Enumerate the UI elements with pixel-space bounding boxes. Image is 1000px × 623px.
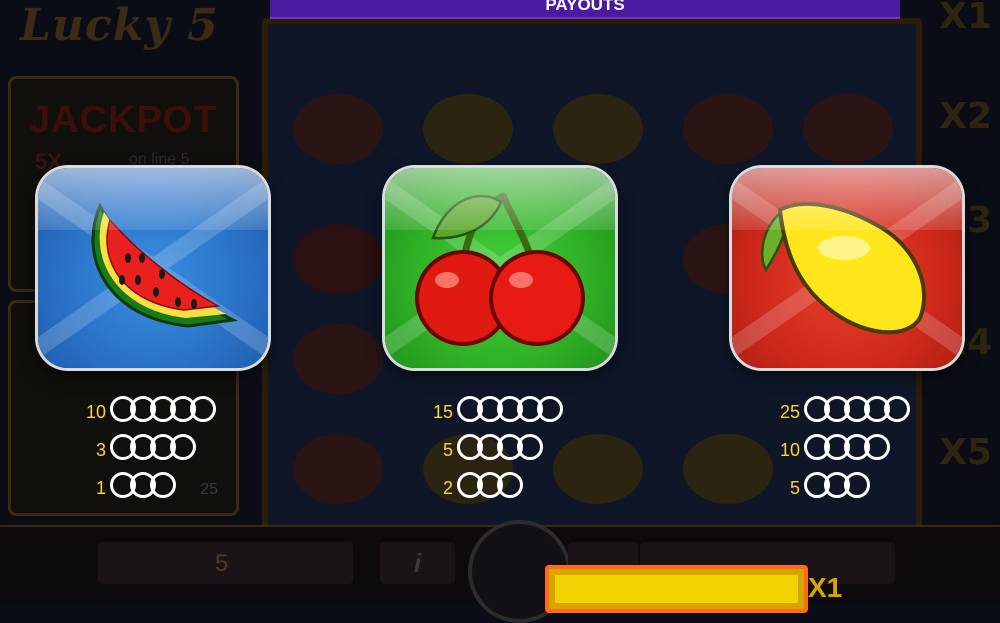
coin-icons	[457, 472, 523, 504]
ghost-symbol	[293, 324, 383, 394]
payout-value: 10	[85, 402, 106, 422]
coin-icon	[537, 396, 563, 422]
coin-icon	[150, 472, 176, 498]
watermelon-symbol-tile	[38, 168, 268, 368]
payout-value: 5	[789, 478, 800, 498]
reel-column	[278, 24, 398, 529]
coin-icons	[110, 472, 176, 504]
lines-value: 5	[215, 550, 229, 577]
ghost-symbol	[683, 94, 773, 164]
coin-icons	[457, 396, 563, 428]
coin-icon	[844, 472, 870, 498]
cherry-symbol-tile	[385, 168, 615, 368]
payouts-header: PAYOUTS	[270, 0, 900, 19]
payout-value: 15	[432, 402, 453, 422]
coin-icons	[804, 396, 910, 428]
ghost-symbol	[293, 224, 383, 294]
jackpot-line-text: on line 5	[129, 151, 190, 168]
coin-icons	[110, 434, 196, 466]
ghost-symbol	[293, 94, 383, 164]
jackpot-title: JACKPOT	[29, 99, 218, 141]
multiplier-label: X1	[939, 0, 992, 37]
ghost-symbol	[553, 434, 643, 504]
multiplier-label: X2	[939, 96, 992, 137]
coin-icon	[884, 396, 910, 422]
win-multiplier: X1	[808, 572, 843, 603]
win-display	[545, 565, 808, 613]
coin-icon	[190, 396, 216, 422]
ghost-symbol	[803, 94, 893, 164]
payout-value: 1	[95, 478, 106, 498]
tile-shine	[732, 168, 962, 230]
payout-value: 3	[95, 440, 106, 460]
payout-value: 10	[779, 440, 800, 460]
lemon-symbol-tile	[732, 168, 962, 368]
ghost-symbol	[683, 434, 773, 504]
coin-icons	[804, 472, 870, 504]
coin-icon	[864, 434, 890, 460]
coin-icons	[804, 434, 890, 466]
coin-icon	[170, 434, 196, 460]
tile-shine	[385, 168, 615, 230]
tile-shine	[38, 168, 268, 230]
ghost-symbol	[553, 94, 643, 164]
info-button[interactable]: i	[380, 542, 455, 584]
payout-value: 25	[779, 402, 800, 422]
ghost-symbol	[423, 94, 513, 164]
coin-icon	[517, 434, 543, 460]
coin-icon	[497, 472, 523, 498]
coin-icons	[457, 434, 543, 466]
payout-value: 5	[442, 440, 453, 460]
payout-value: 2	[442, 478, 453, 498]
ghost-symbol	[293, 434, 383, 504]
multiplier-label: X5	[939, 432, 992, 473]
game-logo: Lucky 5	[20, 0, 219, 51]
coin-icons	[110, 396, 216, 428]
mini-paytable-value: 25	[200, 481, 218, 498]
